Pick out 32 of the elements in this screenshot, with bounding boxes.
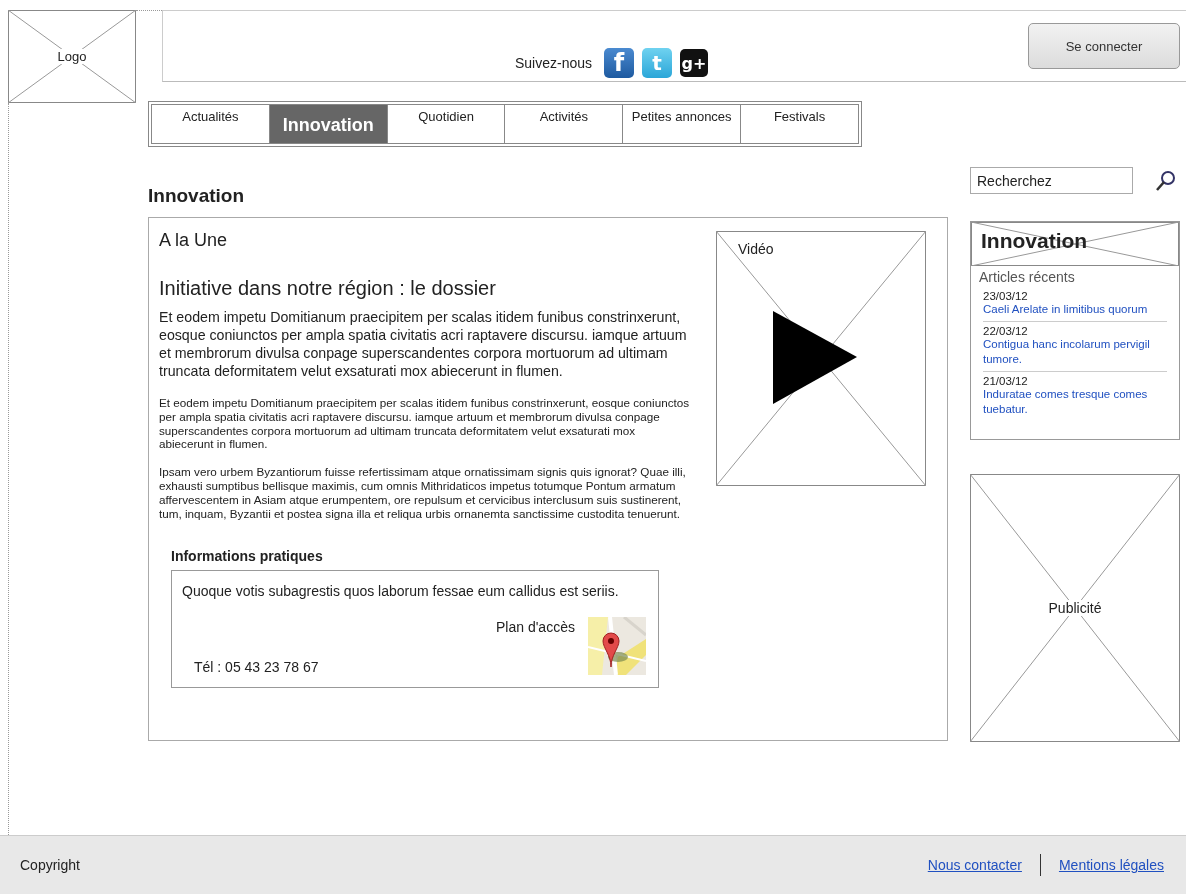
card-subtitle: Articles récents	[979, 269, 1076, 285]
footer-link[interactable]: Mentions légales	[1058, 857, 1164, 873]
lead-paragraph: Et eodem impetu Domitianum praecipitem per scalas itidem funibus constrinxerunt, eosque coniunctos per ampla spatia civitatis acri raptavere discursu. iamque artuum et membrorum divulsa conpage superscandentes corpora mortuorum ad ultimam truncata deformitatem velut exsaturati mox abiecerunt in flumen.	[159, 308, 688, 380]
article-date: 22/03/12	[983, 325, 1029, 337]
card-title: Innovation	[980, 228, 1088, 253]
video-label: Vidéo	[738, 241, 774, 257]
info-title: Informations pratiques	[171, 548, 324, 565]
search-icon[interactable]	[1155, 169, 1177, 192]
article-headline: Initiative dans notre région : le dossier	[159, 277, 497, 300]
article-link[interactable]: Contigua hanc incolarum pervigil tumore.	[983, 337, 1167, 367]
phone-number: Tél : 05 43 23 78 67	[194, 659, 319, 676]
article-link[interactable]: Induratae comes tresque comes tuebatur.	[983, 387, 1167, 417]
nav-tab[interactable]: Innovation	[269, 105, 388, 143]
page-title: Innovation	[148, 185, 246, 208]
article-date: 21/03/12	[983, 375, 1029, 387]
article-paragraph: Et eodem impetu Domitianum praecipitem per scalas itidem funibus constrinxerunt, eosque coniunctos per ampla spatia civitatis acri raptavere discursu. iamque artuum et membrorum divulsa conpage superscandentes corpora mortuorum ad ultimam truncata deformitatem velut exsaturati mox abiecerunt in flumen.	[159, 396, 691, 452]
footer-link[interactable]: Nous contacter	[927, 857, 1022, 873]
search-field[interactable]: Recherchez	[970, 167, 1133, 194]
login-button[interactable]: Se connecter	[1028, 23, 1180, 69]
map-label: Plan d'accès	[496, 619, 575, 636]
info-text: Quoque votis subagrestis quos laborum fessae eum callidus est seriis.	[182, 583, 620, 600]
copyright-text: Copyright	[20, 857, 81, 873]
article-paragraph: Ipsam vero urbem Byzantiorum fuisse refertissimam atque ornatissimam signis quis ignorat? Quae illi, exhausti sumptibus bellisque maximis, cum omnis Mithridaticos impetus totumque Pontum armatum affervescentem in Asiam atque erumpentem, ore repulsum et cervicibus interclusum suis sustinerent, tum, inquam, Byzantii et postea signa illa et reliqua urbis ornanemta sanctissime custodita tenuerunt.	[159, 465, 687, 521]
section-title: A la Une	[159, 230, 229, 251]
ad-label: Publicité	[1048, 600, 1102, 616]
google-plus-icon[interactable]: g+	[680, 49, 709, 77]
logo-label: Logo	[57, 49, 87, 64]
follow-label: Suivez-nous	[515, 55, 593, 71]
facebook-icon[interactable]: f	[604, 48, 635, 78]
play-icon[interactable]	[773, 311, 857, 404]
article-date: 23/03/12	[983, 290, 1029, 302]
article-link[interactable]: Caeli Arelate in limitibus quorum	[983, 302, 1167, 317]
